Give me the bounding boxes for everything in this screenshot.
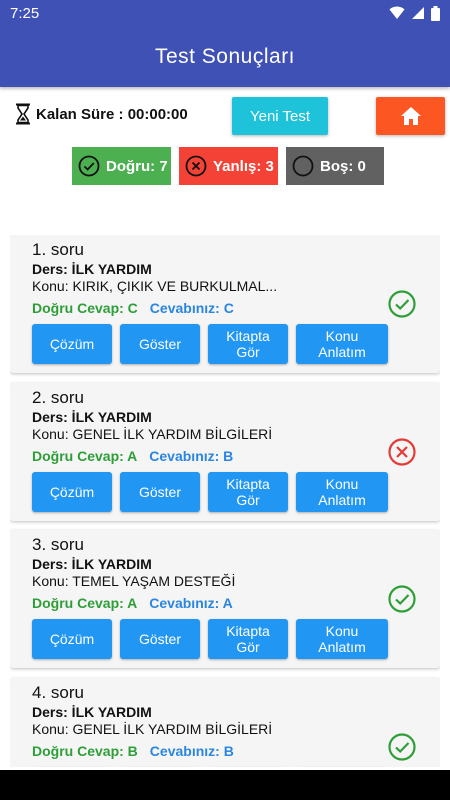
see-in-book-button[interactable]: Kitapta Gör [208,324,288,364]
check-circle-icon [78,155,100,177]
home-icon [400,107,421,125]
topic-lecture-label-2: Anlatım [318,639,366,655]
see-in-book-button[interactable]: Kitapta Gör [208,472,288,512]
topic-lecture-button[interactable]: Konu Anlatım [296,472,388,512]
question-subject: Ders: İLK YARDIM [32,704,152,720]
question-topic: Konu: GENEL İLK YARDIM BİLGİLERİ [32,721,273,737]
see-in-book-label-2: Gör [236,639,260,655]
remaining-time-label: Kalan Süre : 00:00:00 [36,105,188,123]
correct-answer: Doğru Cevap: C [32,300,138,316]
see-in-book-label-2: Gör [236,492,260,508]
correct-check-icon [388,733,416,761]
new-test-button[interactable]: Yeni Test [232,97,328,135]
question-title: 2. soru [32,388,84,407]
question-answers: Doğru Cevap: A Cevabınız: A [32,595,233,611]
question-card: 2. soru Ders: İLK YARDIM Konu: GENEL İLK… [10,383,440,521]
hourglass-icon [16,103,30,125]
see-in-book-button[interactable]: Kitapta Gör [208,619,288,659]
your-answer: Cevabınız: B [149,743,234,759]
question-answers: Doğru Cevap: A Cevabınız: B [32,448,233,464]
correct-check-icon [388,585,416,613]
your-answer: Cevabınız: C [149,300,234,316]
question-subject: Ders: İLK YARDIM [32,409,152,425]
page-title: Test Sonuçları [154,44,296,68]
your-answer: Cevabınız: B [149,448,234,464]
remaining-time: Kalan Süre : 00:00:00 [15,103,188,125]
question-topic: Konu: KIRIK, ÇIKIK VE BURKULMAL... [32,278,278,294]
solution-button[interactable]: Çözüm [32,619,112,659]
wrong-count-label: Yanlış: 3 [213,157,274,175]
wifi-icon [389,6,405,19]
question-title: 1. soru [32,240,84,259]
question-title: 3. soru [32,535,84,554]
empty-circle-icon [292,155,314,177]
solution-button[interactable]: Çözüm [32,472,112,512]
your-answer: Cevabınız: A [149,595,233,611]
correct-answer: Doğru Cevap: A [32,448,138,464]
home-button[interactable] [376,97,445,135]
correct-answer: Doğru Cevap: B [32,743,138,759]
see-in-book-label-1: Kitapta [226,328,270,344]
question-card: 4. soru Ders: İLK YARDIM Konu: GENEL İLK… [10,678,440,767]
signal-icon [412,7,424,19]
correct-check-icon [388,290,416,318]
topic-lecture-label-2: Anlatım [318,492,366,508]
wrong-count-badge: Yanlış: 3 [179,147,278,185]
see-in-book-label-1: Kitapta [226,623,270,639]
status-bar: 7:25 [0,0,450,26]
question-actions: Çözüm Göster Kitapta Gör Konu Anlatım [32,619,388,659]
question-topic: Konu: GENEL İLK YARDIM BİLGİLERİ [32,426,273,442]
question-answers: Doğru Cevap: B Cevabınız: B [32,743,234,759]
topic-lecture-label-1: Konu [325,476,359,492]
correct-count-badge: Doğru: 7 [72,147,171,185]
topic-lecture-label-1: Konu [325,328,359,344]
navigation-bar [0,770,450,800]
app-bar: Test Sonuçları [0,26,450,87]
see-in-book-label-2: Gör [236,344,260,360]
status-time: 7:25 [10,4,40,22]
question-card: 1. soru Ders: İLK YARDIM Konu: KIRIK, ÇI… [10,235,440,373]
solution-button[interactable]: Çözüm [32,324,112,364]
empty-count-label: Boş: 0 [320,157,366,175]
show-button[interactable]: Göster [120,324,200,364]
show-button[interactable]: Göster [120,472,200,512]
correct-answer: Doğru Cevap: A [32,595,138,611]
question-list[interactable]: 1. soru Ders: İLK YARDIM Konu: KIRIK, ÇI… [10,235,440,767]
battery-icon [431,5,440,21]
wrong-x-icon [388,438,416,466]
topic-lecture-label-2: Anlatım [318,344,366,360]
empty-count-badge: Boş: 0 [286,147,384,185]
question-subject: Ders: İLK YARDIM [32,556,152,572]
show-button[interactable]: Göster [120,619,200,659]
question-topic: Konu: TEMEL YAŞAM DESTEĞİ [32,573,236,589]
question-actions: Çözüm Göster Kitapta Gör Konu Anlatım [32,472,388,512]
topic-lecture-button[interactable]: Konu Anlatım [296,324,388,364]
question-title: 4. soru [32,683,84,702]
question-card: 3. soru Ders: İLK YARDIM Konu: TEMEL YAŞ… [10,530,440,668]
x-circle-icon [185,155,207,177]
topic-lecture-label-1: Konu [325,623,359,639]
status-icons [389,5,440,21]
question-subject: Ders: İLK YARDIM [32,261,152,277]
question-actions: Çözüm Göster Kitapta Gör Konu Anlatım [32,324,388,364]
topic-lecture-button[interactable]: Konu Anlatım [296,619,388,659]
question-answers: Doğru Cevap: C Cevabınız: C [32,300,234,316]
see-in-book-label-1: Kitapta [226,476,270,492]
correct-count-label: Doğru: 7 [106,157,168,175]
